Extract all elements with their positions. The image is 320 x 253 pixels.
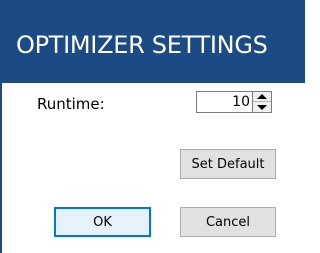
dialog-left-border: [0, 83, 2, 253]
spin-down-button[interactable]: [253, 102, 271, 112]
runtime-input[interactable]: 10: [196, 91, 253, 113]
optimizer-settings-dialog: OPTIMIZER SETTINGS Runtime: 10 Set Defau…: [0, 0, 305, 253]
set-default-button[interactable]: Set Default: [180, 149, 276, 179]
runtime-label: Runtime:: [37, 95, 105, 113]
triangle-up-icon: [257, 94, 267, 99]
spin-up-button[interactable]: [253, 92, 271, 102]
dialog-header: OPTIMIZER SETTINGS: [0, 0, 305, 83]
runtime-spinbox[interactable]: 10: [196, 91, 274, 113]
triangle-down-icon: [257, 104, 267, 110]
ok-button[interactable]: OK: [54, 207, 151, 237]
dialog-title: OPTIMIZER SETTINGS: [16, 31, 268, 59]
cancel-button[interactable]: Cancel: [180, 207, 276, 237]
spin-buttons: [252, 91, 272, 113]
